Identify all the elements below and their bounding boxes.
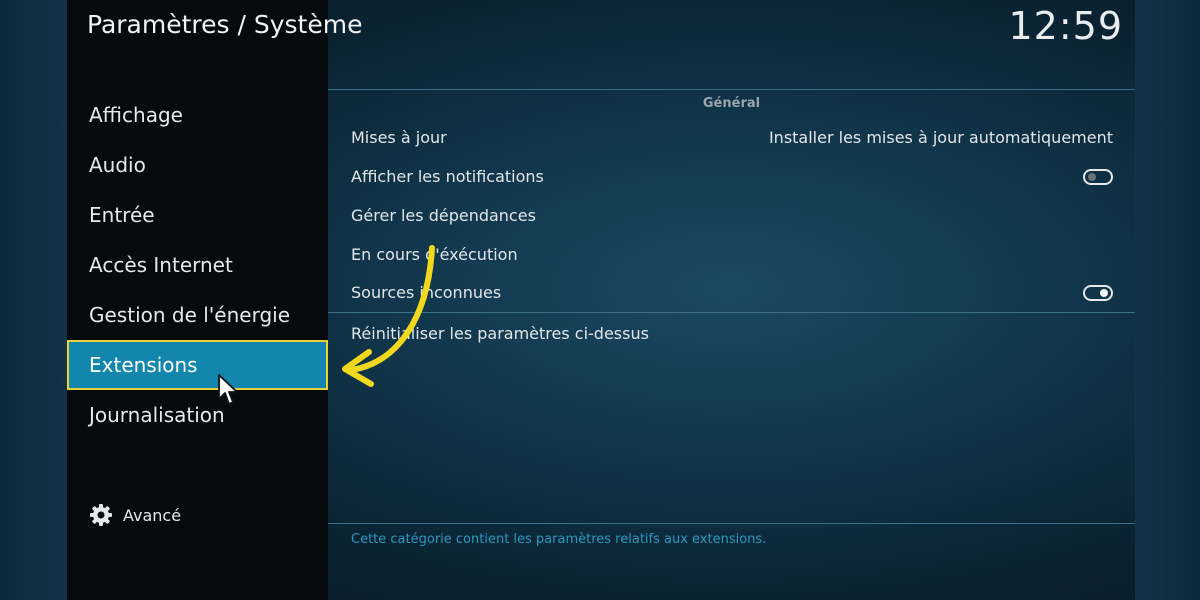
toggle-knob	[1088, 173, 1096, 181]
unknown-sources-toggle[interactable]	[1083, 285, 1113, 301]
toggle-knob	[1100, 289, 1108, 297]
section-title: Général	[702, 96, 761, 111]
footer-divider	[328, 523, 1135, 524]
sidebar-item-extensions[interactable]: Extensions	[67, 340, 328, 390]
setting-row-dependances[interactable]: Gérer les dépendances	[351, 197, 1113, 235]
reset-divider	[328, 312, 1135, 313]
sidebar-item-journalisation[interactable]: Journalisation	[67, 390, 328, 440]
setting-label: Sources inconnues	[351, 283, 502, 302]
setting-row-en-cours[interactable]: En cours d'éxécution	[351, 236, 1113, 274]
sidebar-item-acces-internet[interactable]: Accès Internet	[67, 240, 328, 290]
sidebar-item-affichage[interactable]: Affichage	[67, 90, 328, 140]
setting-label: Réinitialiser les paramètres ci-dessus	[351, 324, 649, 343]
sidebar: Paramètres / Système Affichage Audio Ent…	[67, 0, 362, 600]
setting-label: Gérer les dépendances	[351, 206, 536, 225]
backdrop-right	[1135, 0, 1200, 600]
page-title: Paramètres / Système	[87, 10, 363, 39]
setting-row-reinitialiser[interactable]: Réinitialiser les paramètres ci-dessus	[351, 315, 1113, 353]
setting-row-mises-a-jour[interactable]: Mises à jour Installer les mises à jour …	[351, 119, 1113, 157]
setting-row-sources-inconnues[interactable]: Sources inconnues	[351, 274, 1113, 312]
setting-label: En cours d'éxécution	[351, 245, 518, 264]
backdrop-left	[0, 0, 67, 600]
mouse-cursor-icon	[218, 374, 238, 405]
setting-label: Mises à jour	[351, 128, 447, 147]
setting-row-notifications[interactable]: Afficher les notifications	[351, 158, 1113, 196]
settings-panel: Général Mises à jour Installer les mises…	[328, 0, 1135, 600]
gear-icon	[90, 504, 112, 526]
advanced-label: Avancé	[123, 505, 182, 525]
category-description: Cette catégorie contient les paramètres …	[351, 532, 767, 547]
setting-value: Installer les mises à jour automatiqueme…	[768, 128, 1113, 147]
top-divider	[328, 89, 1135, 90]
notifications-toggle[interactable]	[1083, 169, 1113, 185]
settings-window: Paramètres / Système Affichage Audio Ent…	[67, 0, 1135, 600]
sidebar-item-entree[interactable]: Entrée	[67, 190, 328, 240]
setting-label: Afficher les notifications	[351, 167, 544, 186]
sidebar-item-audio[interactable]: Audio	[67, 140, 328, 190]
sidebar-item-gestion-energie[interactable]: Gestion de l'énergie	[67, 290, 328, 340]
advanced-settings-button[interactable]: Avancé	[89, 501, 181, 529]
